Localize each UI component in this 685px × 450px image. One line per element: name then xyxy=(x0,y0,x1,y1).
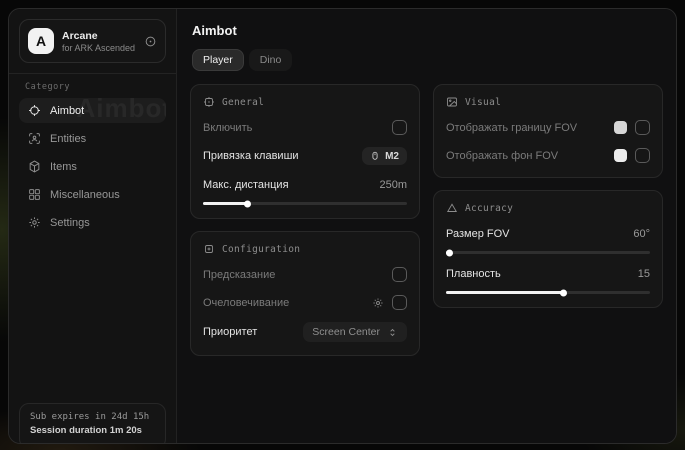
sidebar-item-aimbot[interactable]: Aimbot Aimbot xyxy=(19,98,166,123)
prediction-row: Предсказание xyxy=(203,266,407,283)
configuration-card: Configuration Предсказание Очеловечивани… xyxy=(190,231,420,356)
priority-select-value: Screen Center xyxy=(312,326,380,338)
accuracy-card: Accuracy Размер FOV 60° Плавность 15 xyxy=(433,190,663,308)
enable-label: Включить xyxy=(203,122,392,134)
distance-value: 250m xyxy=(379,179,407,191)
card-title: Configuration xyxy=(222,244,300,255)
smoothness-slider-fill xyxy=(446,291,564,294)
fov-bg-row: Отображать фон FOV xyxy=(446,147,650,164)
app-logo: A xyxy=(28,28,54,54)
keybind-row: Привязка клавиши M2 xyxy=(203,147,407,165)
mouse-icon xyxy=(370,150,380,162)
sidebar: A Arcane for ARK Ascended Category Aimbo… xyxy=(9,9,177,443)
sidebar-item-miscellaneous[interactable]: Miscellaneous xyxy=(19,182,166,207)
gear-icon xyxy=(28,216,41,229)
fov-bg-checkbox[interactable] xyxy=(635,148,650,163)
prediction-checkbox[interactable] xyxy=(392,267,407,282)
tab-dino[interactable]: Dino xyxy=(249,49,293,71)
distance-row: Макс. дистанция 250m xyxy=(203,176,407,193)
crosshair-icon xyxy=(28,104,41,117)
priority-select[interactable]: Screen Center xyxy=(303,322,407,342)
target-icon[interactable] xyxy=(144,35,157,48)
priority-row: Приоритет Screen Center xyxy=(203,322,407,342)
sidebar-item-label: Settings xyxy=(50,217,90,229)
app-subtitle: for ARK Ascended xyxy=(62,43,136,53)
keybind-label: Привязка клавиши xyxy=(203,150,362,162)
card-columns: General Включить Привязка клавиши M2 xyxy=(190,84,663,356)
smoothness-row: Плавность 15 xyxy=(446,265,650,282)
fov-size-label: Размер FOV xyxy=(446,228,633,240)
left-column: General Включить Привязка клавиши M2 xyxy=(190,84,420,356)
tab-bar: Player Dino xyxy=(190,49,663,71)
general-card-header: General xyxy=(203,96,407,108)
app-window: A Arcane for ARK Ascended Category Aimbo… xyxy=(8,8,677,444)
sliders-icon xyxy=(203,243,215,255)
sidebar-item-label: Items xyxy=(50,161,77,173)
package-icon xyxy=(28,160,41,173)
fov-size-slider-fill xyxy=(446,251,450,254)
humanize-row: Очеловечивание xyxy=(203,294,407,311)
sidebar-item-settings[interactable]: Settings xyxy=(19,210,166,235)
sidebar-item-label: Entities xyxy=(50,133,86,145)
fov-border-row: Отображать границу FOV xyxy=(446,119,650,136)
fov-bg-color-swatch[interactable] xyxy=(614,149,627,162)
fov-border-checkbox[interactable] xyxy=(635,120,650,135)
app-name: Arcane xyxy=(62,30,136,42)
card-title: Accuracy xyxy=(465,203,513,214)
prediction-label: Предсказание xyxy=(203,269,392,281)
card-title: Visual xyxy=(465,97,501,108)
sidebar-item-items[interactable]: Items xyxy=(19,154,166,179)
keybind-button[interactable]: M2 xyxy=(362,147,407,165)
image-icon xyxy=(446,96,458,108)
sidebar-item-label: Miscellaneous xyxy=(50,189,120,201)
keybind-value: M2 xyxy=(385,151,399,162)
visual-card: Visual Отображать границу FOV Отображать… xyxy=(433,84,663,178)
fov-size-slider[interactable] xyxy=(446,251,650,254)
app-header: A Arcane for ARK Ascended xyxy=(19,19,166,63)
focus-icon xyxy=(203,96,215,108)
session-duration-text: Session duration 1m 20s xyxy=(30,425,155,436)
general-card: General Включить Привязка клавиши M2 xyxy=(190,84,420,219)
distance-slider-fill xyxy=(203,202,248,205)
grid-icon xyxy=(28,188,41,201)
fov-border-label: Отображать границу FOV xyxy=(446,122,614,134)
sidebar-item-label: Aimbot xyxy=(50,105,84,117)
accuracy-card-header: Accuracy xyxy=(446,202,650,214)
sidebar-spacer xyxy=(9,235,176,403)
triangle-icon xyxy=(446,202,458,214)
right-column: Visual Отображать границу FOV Отображать… xyxy=(433,84,663,308)
sidebar-item-entities[interactable]: Entities xyxy=(19,126,166,151)
session-info: Sub expires in 24d 15h Session duration … xyxy=(19,403,166,444)
category-label: Category xyxy=(9,80,176,98)
distance-label: Макс. дистанция xyxy=(203,179,379,191)
sidebar-nav: Aimbot Aimbot Entities Items Miscellane xyxy=(9,98,176,235)
distance-slider[interactable] xyxy=(203,202,407,205)
smoothness-value: 15 xyxy=(638,268,650,280)
active-item-watermark: Aimbot xyxy=(76,98,166,123)
chevrons-up-down-icon xyxy=(387,327,398,338)
enable-checkbox[interactable] xyxy=(392,120,407,135)
tab-player[interactable]: Player xyxy=(192,49,244,71)
humanize-checkbox[interactable] xyxy=(392,295,407,310)
fov-border-color-swatch[interactable] xyxy=(614,121,627,134)
page-title: Aimbot xyxy=(190,23,663,38)
priority-label: Приоритет xyxy=(203,326,303,338)
smoothness-slider[interactable] xyxy=(446,291,650,294)
sidebar-divider xyxy=(9,73,176,74)
configuration-card-header: Configuration xyxy=(203,243,407,255)
fov-bg-label: Отображать фон FOV xyxy=(446,150,614,162)
humanize-label: Очеловечивание xyxy=(203,297,372,309)
visual-card-header: Visual xyxy=(446,96,650,108)
smoothness-label: Плавность xyxy=(446,268,638,280)
fov-size-value: 60° xyxy=(633,228,650,240)
fov-size-row: Размер FOV 60° xyxy=(446,225,650,242)
card-title: General xyxy=(222,97,264,108)
app-title-block: Arcane for ARK Ascended xyxy=(62,30,136,53)
enable-row: Включить xyxy=(203,119,407,136)
main-panel: Aimbot Player Dino General Включить xyxy=(177,9,676,443)
gear-icon[interactable] xyxy=(372,297,384,309)
scan-person-icon xyxy=(28,132,41,145)
sub-expires-text: Sub expires in 24d 15h xyxy=(30,412,155,422)
